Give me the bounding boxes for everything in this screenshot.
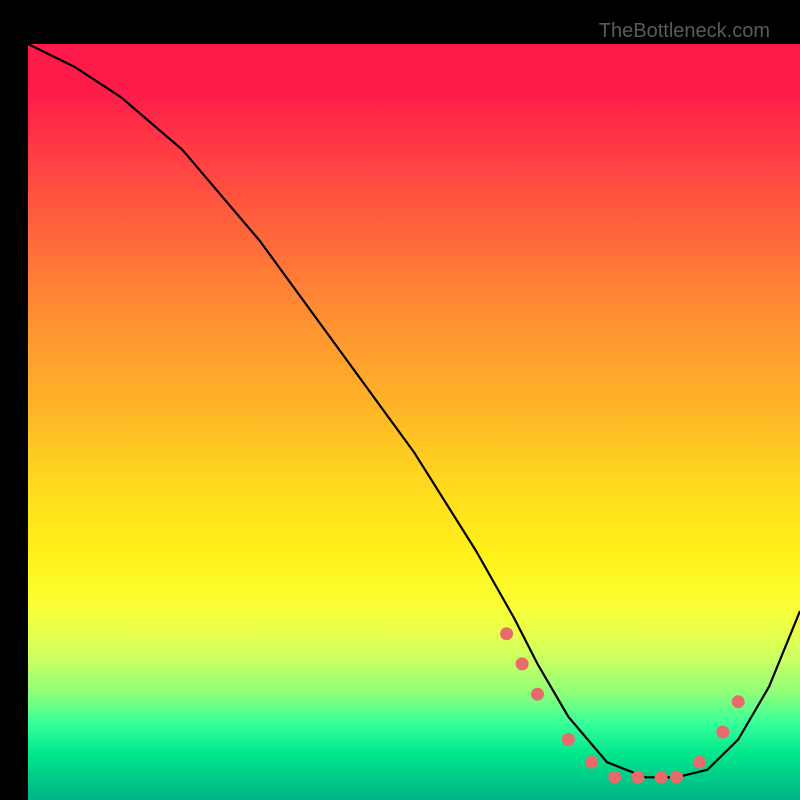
marker-dot (670, 771, 683, 784)
marker-dot (585, 756, 598, 769)
marker-dot (655, 771, 668, 784)
marker-dot (693, 756, 706, 769)
marker-dot (562, 733, 575, 746)
marker-dot (531, 688, 544, 701)
marker-dot (732, 695, 745, 708)
bottleneck-curve (28, 44, 800, 777)
marker-dot (516, 657, 529, 670)
watermark-text: TheBottleneck.com (599, 20, 770, 43)
chart-frame: TheBottleneck.com (10, 10, 790, 790)
plot-area (28, 44, 800, 800)
marker-dot (500, 627, 513, 640)
marker-dot (716, 726, 729, 739)
highlight-markers (500, 627, 745, 784)
marker-dot (631, 771, 644, 784)
marker-dot (608, 771, 621, 784)
curve-svg (28, 44, 800, 800)
